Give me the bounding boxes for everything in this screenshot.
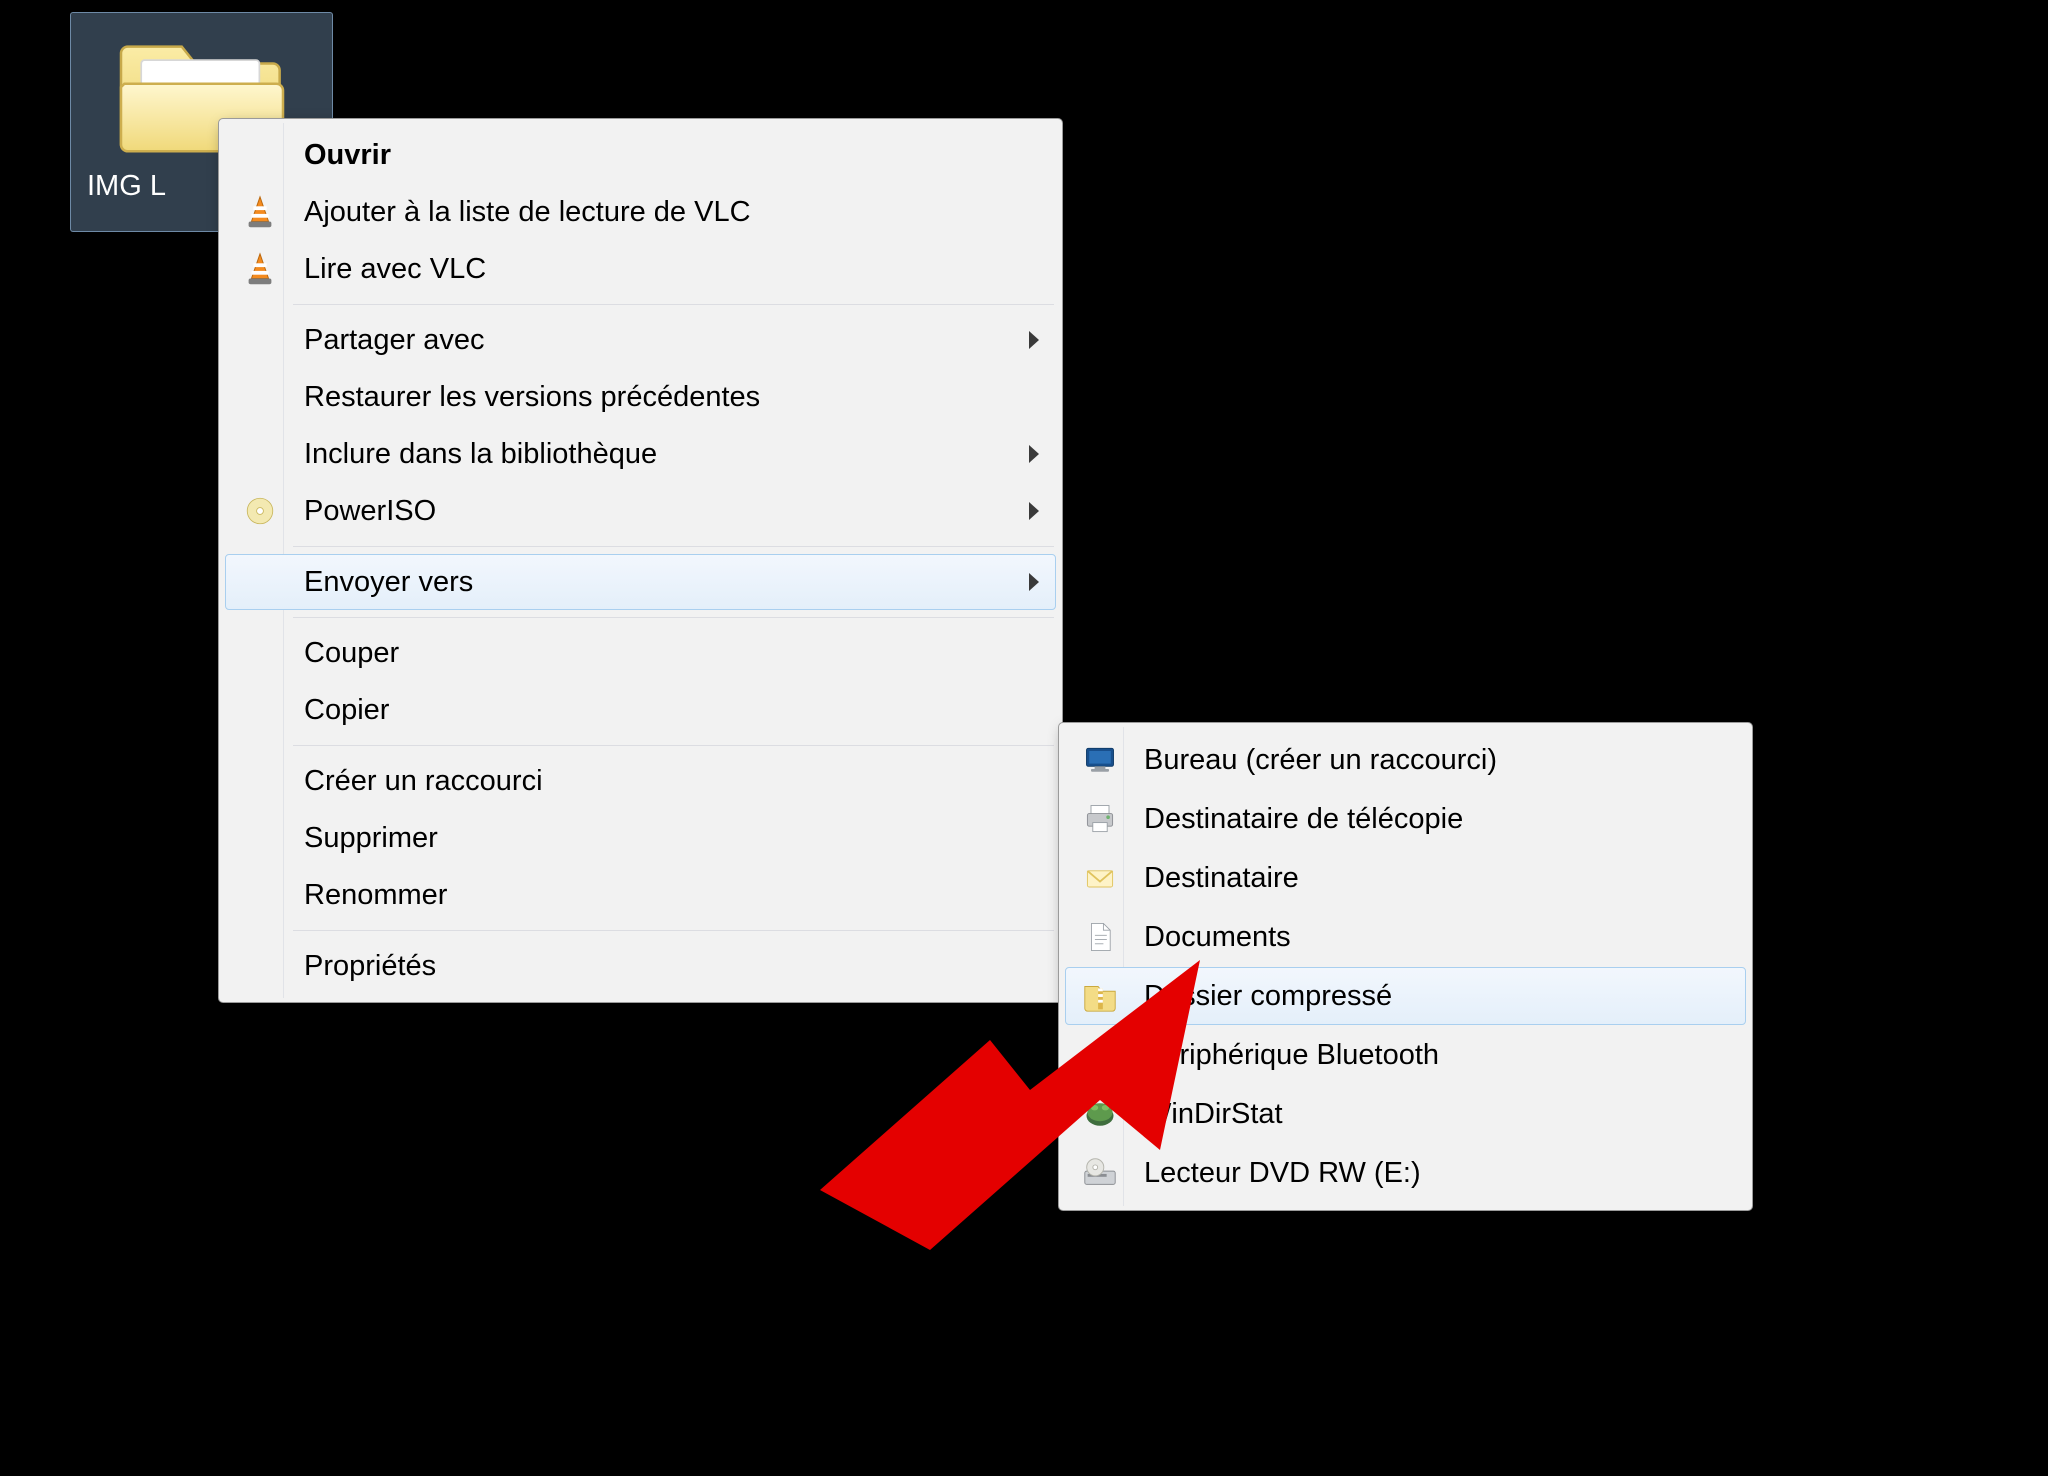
submenu-item-documents[interactable]: Documents [1065,908,1746,966]
vlc-icon [240,249,280,289]
menu-item-label: Supprimer [304,822,438,855]
menu-separator [293,546,1054,547]
menu-item-restore[interactable]: Restaurer les versions précédentes [225,369,1056,425]
menu-item-label: Lire avec VLC [304,253,486,286]
menu-item-label: Propriétés [304,950,436,983]
windirstat-icon [1080,1094,1120,1134]
menu-separator [293,745,1054,746]
mail-icon [1080,858,1120,898]
dvd-drive-icon [1080,1153,1120,1193]
desktop-shortcut-icon [1080,740,1120,780]
menu-item-label: PowerISO [304,495,436,528]
disc-icon [240,491,280,531]
fax-icon [1080,799,1120,839]
menu-item-properties[interactable]: Propriétés [225,938,1056,994]
submenu-item-bluetooth[interactable]: Périphérique Bluetooth [1065,1026,1746,1084]
menu-item-label: Partager avec [304,324,485,357]
submenu-arrow-icon [1029,502,1039,520]
context-menu: Ouvrir Ajouter à la liste de lecture de … [218,118,1063,1003]
menu-item-cut[interactable]: Couper [225,625,1056,681]
menu-item-label: Envoyer vers [304,566,473,599]
menu-item-rename[interactable]: Renommer [225,867,1056,923]
menu-item-sendto[interactable]: Envoyer vers [225,554,1056,610]
menu-item-share[interactable]: Partager avec [225,312,1056,368]
bluetooth-icon [1080,1035,1120,1075]
submenu-item-mail[interactable]: Destinataire [1065,849,1746,907]
submenu-item-desktop[interactable]: Bureau (créer un raccourci) [1065,731,1746,789]
menu-item-label: Copier [304,694,389,727]
sendto-submenu: Bureau (créer un raccourci) Destinataire… [1058,722,1753,1211]
zip-folder-icon [1080,976,1120,1016]
menu-item-label: Ouvrir [304,139,391,172]
submenu-arrow-icon [1029,573,1039,591]
submenu-arrow-icon [1029,445,1039,463]
menu-item-label: Ajouter à la liste de lecture de VLC [304,196,751,229]
menu-item-label: Documents [1144,921,1291,954]
menu-item-label: Couper [304,637,399,670]
menu-item-library[interactable]: Inclure dans la bibliothèque [225,426,1056,482]
document-icon [1080,917,1120,957]
menu-item-open[interactable]: Ouvrir [225,127,1056,183]
submenu-arrow-icon [1029,331,1039,349]
menu-item-label: Périphérique Bluetooth [1144,1039,1439,1072]
menu-item-label: Destinataire [1144,862,1299,895]
submenu-item-windirstat[interactable]: WinDirStat [1065,1085,1746,1143]
menu-item-label: Restaurer les versions précédentes [304,381,760,414]
submenu-item-zip[interactable]: Dossier compressé [1065,967,1746,1025]
menu-item-shortcut[interactable]: Créer un raccourci [225,753,1056,809]
menu-separator [293,930,1054,931]
menu-item-label: Renommer [304,879,447,912]
menu-separator [293,617,1054,618]
menu-item-label: WinDirStat [1144,1098,1283,1131]
submenu-item-dvd[interactable]: Lecteur DVD RW (E:) [1065,1144,1746,1202]
menu-item-delete[interactable]: Supprimer [225,810,1056,866]
menu-separator [293,304,1054,305]
menu-item-label: Bureau (créer un raccourci) [1144,744,1497,777]
menu-item-vlc-add[interactable]: Ajouter à la liste de lecture de VLC [225,184,1056,240]
vlc-icon [240,192,280,232]
submenu-item-fax[interactable]: Destinataire de télécopie [1065,790,1746,848]
menu-item-label: Créer un raccourci [304,765,543,798]
menu-item-copy[interactable]: Copier [225,682,1056,738]
menu-item-label: Lecteur DVD RW (E:) [1144,1157,1421,1190]
menu-item-label: Inclure dans la bibliothèque [304,438,657,471]
menu-item-poweriso[interactable]: PowerISO [225,483,1056,539]
menu-item-label: Destinataire de télécopie [1144,803,1463,836]
menu-item-label: Dossier compressé [1144,980,1392,1013]
menu-item-vlc-play[interactable]: Lire avec VLC [225,241,1056,297]
